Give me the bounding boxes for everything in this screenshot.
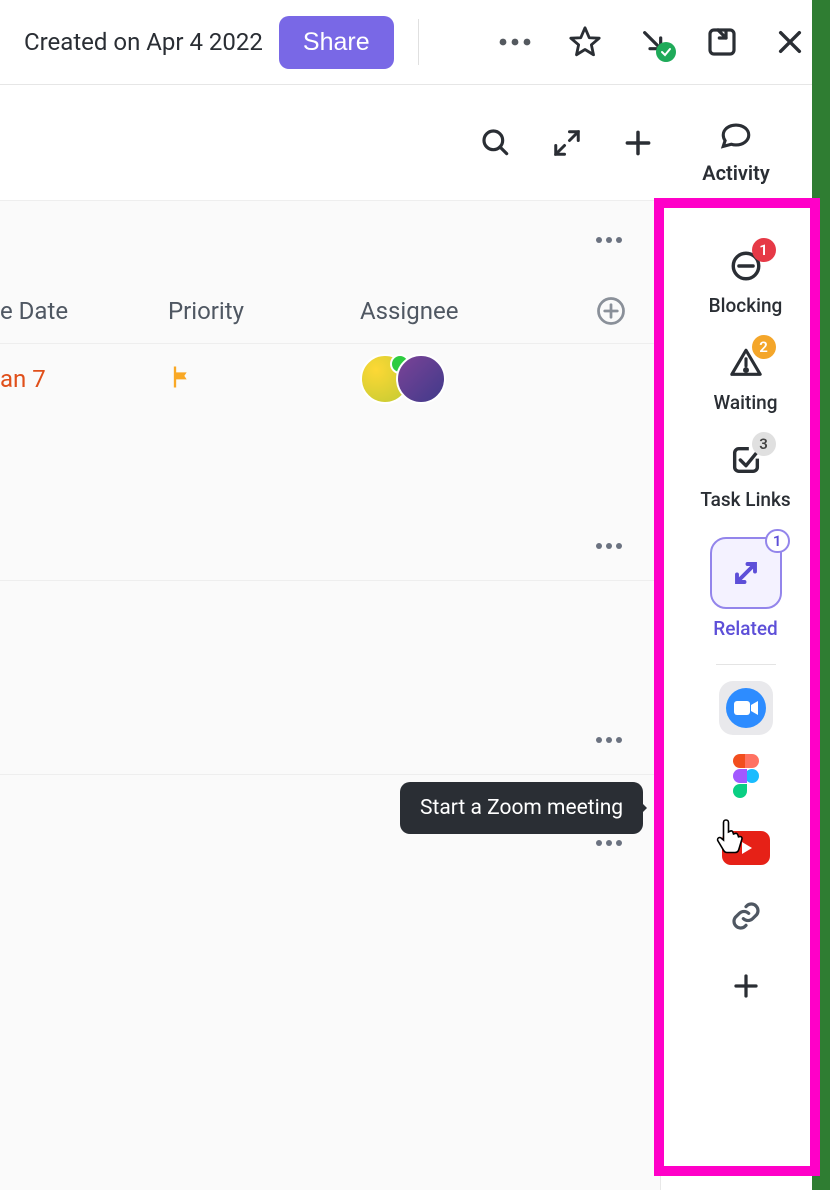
table-row[interactable]: an 7 bbox=[0, 343, 660, 413]
sidebar-item-label: Waiting bbox=[713, 391, 777, 414]
link-integration-button[interactable] bbox=[719, 891, 773, 945]
created-on-label: Created on Apr 4 2022 bbox=[24, 28, 263, 56]
youtube-integration-button[interactable] bbox=[719, 821, 773, 875]
plus-icon[interactable] bbox=[622, 127, 654, 159]
expand-icon[interactable] bbox=[552, 128, 582, 158]
figma-icon bbox=[731, 754, 761, 802]
assignee-avatars[interactable] bbox=[360, 354, 446, 404]
column-date[interactable]: e Date bbox=[0, 297, 168, 325]
open-new-window-icon[interactable] bbox=[706, 26, 738, 58]
add-integration-button[interactable] bbox=[719, 961, 773, 1015]
zoom-icon bbox=[726, 688, 766, 728]
sidebar-item-tasklinks[interactable]: 3 Task Links bbox=[661, 424, 830, 521]
group-more-icon[interactable] bbox=[594, 735, 624, 745]
search-icon[interactable] bbox=[480, 127, 512, 159]
sidebar-item-label: Related bbox=[713, 617, 777, 640]
badge: 3 bbox=[752, 432, 776, 456]
column-headers: e Date Priority Assignee bbox=[0, 279, 660, 343]
figma-integration-button[interactable] bbox=[719, 751, 773, 805]
sidebar-item-label: Blocking bbox=[709, 294, 783, 317]
swap-arrows-icon: 1 bbox=[710, 537, 782, 609]
sidebar-item-waiting[interactable]: 2 Waiting bbox=[661, 327, 830, 424]
close-icon[interactable] bbox=[774, 26, 806, 58]
minimize-with-check-icon[interactable] bbox=[638, 26, 670, 58]
add-column-icon[interactable] bbox=[596, 296, 626, 326]
zoom-integration-button[interactable] bbox=[719, 681, 773, 735]
window-edge bbox=[812, 0, 830, 1190]
more-icon[interactable] bbox=[498, 37, 532, 47]
cell-assignee[interactable] bbox=[360, 354, 660, 404]
star-icon[interactable] bbox=[568, 25, 602, 59]
column-priority[interactable]: Priority bbox=[168, 297, 360, 325]
divider bbox=[716, 664, 776, 665]
sidebar-item-related[interactable]: 1 Related bbox=[661, 521, 830, 650]
badge: 1 bbox=[752, 238, 776, 262]
group-more-icon[interactable] bbox=[594, 838, 624, 848]
divider bbox=[418, 19, 419, 65]
badge: 2 bbox=[752, 335, 776, 359]
badge: 1 bbox=[765, 529, 790, 553]
content-area: e Date Priority Assignee an 7 bbox=[0, 200, 660, 1190]
sidebar-activity[interactable]: Activity bbox=[660, 115, 812, 185]
group-more-icon[interactable] bbox=[594, 541, 624, 551]
tooltip: Start a Zoom meeting bbox=[400, 782, 643, 834]
sidebar-item-blocking[interactable]: 1 Blocking bbox=[661, 230, 830, 327]
activity-label: Activity bbox=[660, 161, 812, 185]
group-more-icon[interactable] bbox=[594, 235, 624, 245]
chat-bubble-icon bbox=[716, 115, 756, 155]
youtube-icon bbox=[722, 831, 770, 865]
cell-priority[interactable] bbox=[168, 363, 360, 395]
warning-triangle-icon: 2 bbox=[726, 343, 766, 383]
plus-icon bbox=[731, 971, 761, 1005]
sidebar-item-label: Task Links bbox=[700, 488, 790, 511]
right-sidebar: 1 Blocking 2 Waiting 3 Task Links 1 Rela… bbox=[660, 200, 830, 1190]
check-badge-icon bbox=[656, 42, 676, 62]
link-icon bbox=[730, 900, 762, 936]
cell-due-date[interactable]: an 7 bbox=[0, 365, 168, 393]
flag-icon bbox=[168, 363, 196, 395]
avatar[interactable] bbox=[396, 354, 446, 404]
share-button[interactable]: Share bbox=[279, 16, 394, 69]
no-entry-icon: 1 bbox=[726, 246, 766, 286]
top-bar: Created on Apr 4 2022 Share bbox=[0, 0, 830, 85]
checkbox-checked-icon: 3 bbox=[726, 440, 766, 480]
